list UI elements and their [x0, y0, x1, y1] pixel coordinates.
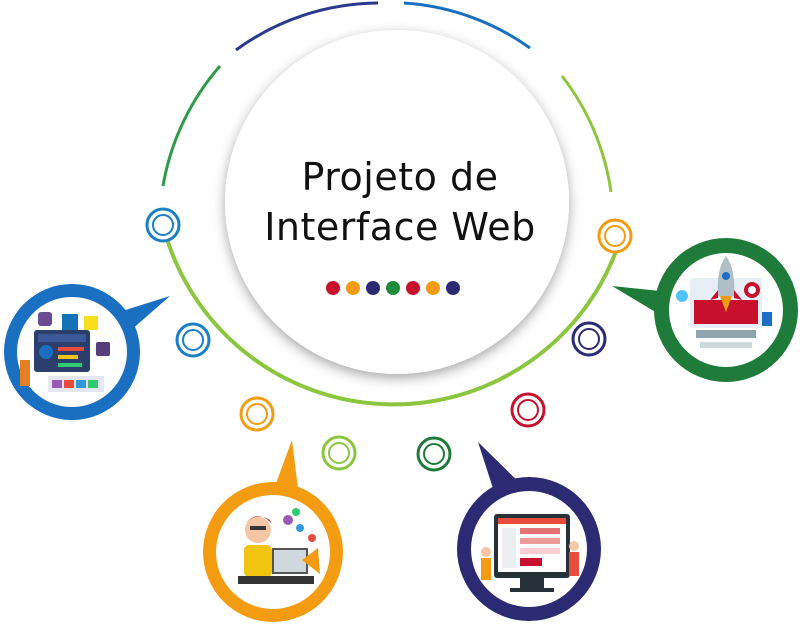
node-blue-1 [145, 207, 181, 243]
node-green-1 [321, 435, 357, 471]
bubble-developer [203, 482, 343, 622]
node-blue-2 [175, 322, 211, 358]
color-dot [326, 281, 340, 295]
title-line-1: Projeto de [301, 155, 499, 199]
node-navy [571, 321, 607, 357]
title-line-2: Interface Web [264, 205, 536, 249]
bubble-web-design [457, 477, 601, 621]
bubble-web-technologies [4, 284, 140, 420]
color-dot [426, 281, 440, 295]
node-green-2 [416, 436, 452, 472]
bubble-launch [654, 238, 798, 382]
color-dot [406, 281, 420, 295]
color-dot [446, 281, 460, 295]
color-dot [366, 281, 380, 295]
diagram-title: Projeto de Interface Web [230, 152, 570, 252]
node-red [510, 392, 546, 428]
node-orange-2 [597, 218, 633, 254]
diagram-canvas [4, 1, 798, 622]
color-dot [346, 281, 360, 295]
color-dot [386, 281, 400, 295]
node-orange [239, 396, 275, 432]
